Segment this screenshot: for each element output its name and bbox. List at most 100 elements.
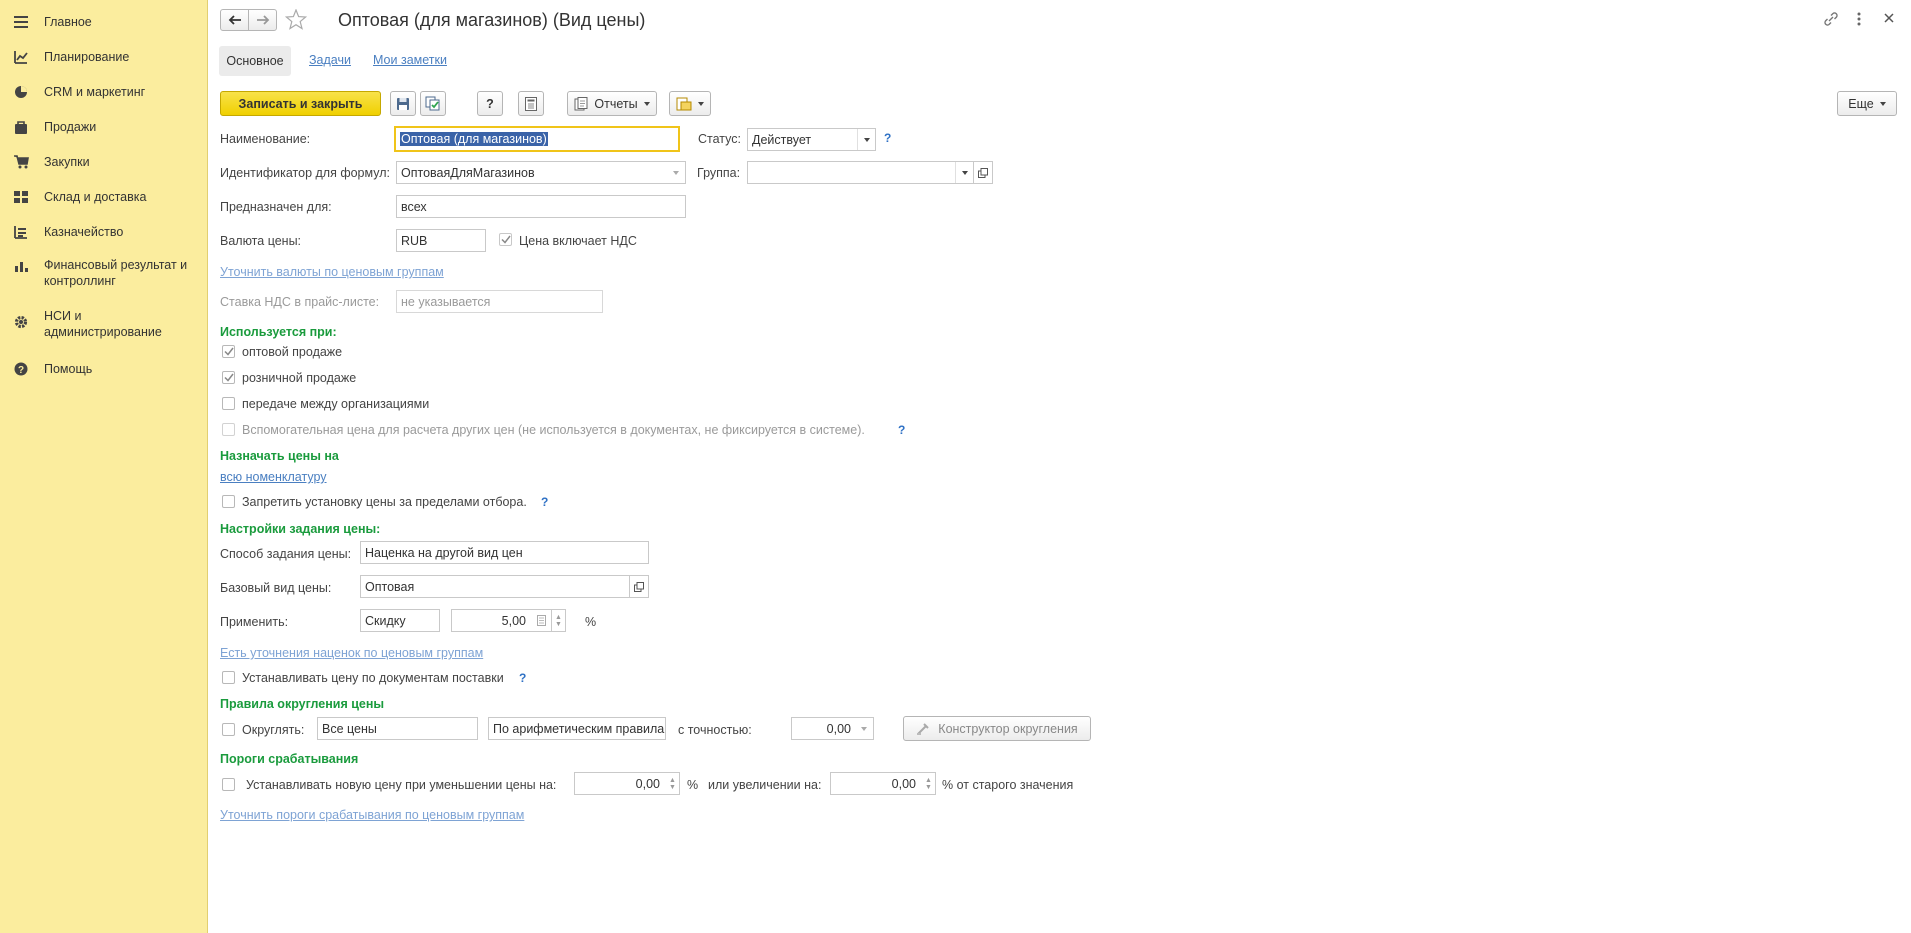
thresholds-by-groups-link[interactable]: Уточнить пороги срабатывания по ценовым … — [220, 808, 524, 822]
rounding-title: Правила округления цены — [220, 697, 385, 711]
link-icon[interactable] — [1823, 11, 1839, 30]
decrease-spinner[interactable]: ▲ ▼ — [666, 772, 680, 795]
save-close-button[interactable]: Записать и закрыть — [220, 91, 381, 116]
back-button[interactable] — [220, 9, 249, 31]
chevron-down-icon[interactable] — [955, 162, 973, 183]
markup-by-groups-link[interactable]: Есть уточнения наценок по ценовым группа… — [220, 646, 483, 660]
forbid-help-icon[interactable]: ? — [541, 495, 548, 509]
wholesale-checkbox[interactable] — [222, 345, 235, 358]
rounding-constructor-button[interactable]: Конструктор округления — [903, 716, 1091, 741]
forbid-outside-filter-checkbox[interactable] — [222, 495, 235, 508]
close-icon[interactable] — [1882, 11, 1896, 28]
favorite-star-icon[interactable] — [284, 8, 308, 33]
all-nomenclature-link[interactable]: всю номенклатуру — [220, 470, 327, 484]
intended-input[interactable]: всех — [396, 195, 686, 218]
name-label: Наименование: — [220, 132, 311, 146]
decrease-label: Устанавливать новую цену при уменьшении … — [246, 778, 557, 792]
sidebar-item-treasury[interactable]: Казначейство — [0, 213, 207, 248]
set-by-docs-checkbox[interactable] — [222, 671, 235, 684]
sidebar-item-admin[interactable]: НСИ и администрирование — [0, 299, 207, 350]
planning-icon — [12, 49, 30, 65]
percent-calculator-button[interactable] — [532, 609, 552, 632]
tab-my-notes[interactable]: Мои заметки — [373, 53, 447, 67]
percent-value: 5,00 — [501, 613, 526, 628]
sidebar-item-help[interactable]: ? Помощь — [0, 350, 207, 385]
precision-input[interactable]: 0,00 — [791, 717, 874, 740]
formula-id-input[interactable]: ОптоваяДляМагазинов — [396, 161, 686, 184]
sidebar-item-label: Планирование — [44, 50, 130, 64]
vat-rate-input[interactable]: не указывается — [396, 290, 603, 313]
print-menu-button[interactable] — [669, 91, 711, 116]
reports-button[interactable]: Отчеты — [567, 91, 657, 116]
help-button[interactable]: ? — [477, 91, 503, 116]
currency-input[interactable]: RUB — [396, 229, 486, 252]
group-open-button[interactable] — [973, 161, 993, 184]
sidebar-item-label: Продажи — [44, 120, 97, 134]
increase-input[interactable]: 0,00 — [830, 772, 923, 795]
forward-button[interactable] — [248, 9, 277, 31]
method-value: Наценка на другой вид цен — [365, 545, 523, 560]
increase-value: 0,00 — [891, 776, 916, 791]
vat-included-label: Цена включает НДС — [519, 234, 637, 248]
save-button[interactable] — [390, 91, 416, 116]
percent-sign-2: % от старого значения — [942, 778, 1074, 792]
auxiliary-checkbox[interactable] — [222, 423, 235, 436]
threshold-checkbox[interactable] — [222, 778, 235, 791]
group-select[interactable] — [747, 161, 974, 184]
currency-by-groups-link[interactable]: Уточнить валюты по ценовым группам — [220, 265, 444, 279]
status-select[interactable]: Действует — [747, 128, 876, 151]
percent-spinner[interactable]: ▲ ▼ — [552, 609, 566, 632]
open-window-icon — [634, 581, 644, 592]
name-input[interactable]: Оптовая (для магазинов) — [394, 126, 680, 152]
status-help-icon[interactable]: ? — [884, 131, 891, 145]
status-label: Статус: — [698, 132, 741, 146]
auxiliary-label: Вспомогательная цена для расчета других … — [242, 423, 865, 437]
sidebar-item-finance[interactable]: Финансовый результат и контроллинг — [0, 248, 207, 299]
round-rule-input[interactable]: По арифметическим правилам — [488, 717, 666, 740]
auxiliary-help-icon[interactable]: ? — [898, 423, 905, 437]
vat-included-checkbox[interactable] — [499, 233, 512, 246]
percent-sign-1: % — [687, 778, 699, 792]
post-button[interactable] — [420, 91, 446, 116]
sidebar-item-label: Финансовый результат и контроллинг — [44, 258, 188, 288]
decrease-input[interactable]: 0,00 — [574, 772, 667, 795]
retail-checkbox[interactable] — [222, 371, 235, 384]
sidebar-item-planning[interactable]: Планирование — [0, 38, 207, 73]
tab-main[interactable]: Основное — [219, 46, 291, 76]
assign-title: Назначать цены на — [220, 449, 339, 463]
vat-rate-label: Ставка НДС в прайс-листе: — [220, 295, 380, 309]
apply-input[interactable]: Скидку — [360, 609, 440, 632]
chevron-down-icon[interactable] — [667, 162, 685, 183]
round-prices-input[interactable]: Все цены — [317, 717, 478, 740]
round-checkbox[interactable] — [222, 723, 235, 736]
chevron-down-icon[interactable] — [857, 129, 875, 150]
transfer-checkbox[interactable] — [222, 397, 235, 410]
svg-text:?: ? — [18, 365, 24, 376]
sidebar-item-main[interactable]: Главное — [0, 3, 207, 38]
reports-icon — [574, 96, 588, 110]
tab-tasks[interactable]: Задачи — [309, 53, 351, 67]
base-price-open-button[interactable] — [629, 575, 649, 598]
set-by-docs-help-icon[interactable]: ? — [519, 671, 526, 685]
sidebar-item-crm[interactable]: CRM и маркетинг — [0, 73, 207, 108]
percent-input[interactable]: 5,00 — [451, 609, 533, 632]
arrow-right-icon — [256, 15, 269, 25]
intended-value: всех — [401, 199, 427, 214]
more-button[interactable]: Еще — [1837, 91, 1897, 116]
calculator-icon — [525, 96, 537, 111]
sidebar-item-label: CRM и маркетинг — [44, 85, 146, 99]
increase-spinner[interactable]: ▲ ▼ — [922, 772, 936, 795]
checkmark-icon — [500, 235, 511, 244]
open-window-icon — [978, 167, 988, 178]
forbid-outside-filter-label: Запретить установку цены за пределами от… — [242, 495, 527, 509]
sidebar-item-sales[interactable]: Продажи — [0, 108, 207, 143]
decrease-value: 0,00 — [635, 776, 660, 791]
chevron-down-icon[interactable] — [855, 718, 873, 739]
calculator-button[interactable] — [518, 91, 544, 116]
method-input[interactable]: Наценка на другой вид цен — [360, 541, 649, 564]
sidebar-item-warehouse[interactable]: Склад и доставка — [0, 178, 207, 213]
more-vert-icon[interactable] — [1856, 11, 1862, 30]
base-price-input[interactable]: Оптовая — [360, 575, 630, 598]
sidebar-item-purchases[interactable]: Закупки — [0, 143, 207, 178]
gear-icon — [12, 314, 30, 330]
